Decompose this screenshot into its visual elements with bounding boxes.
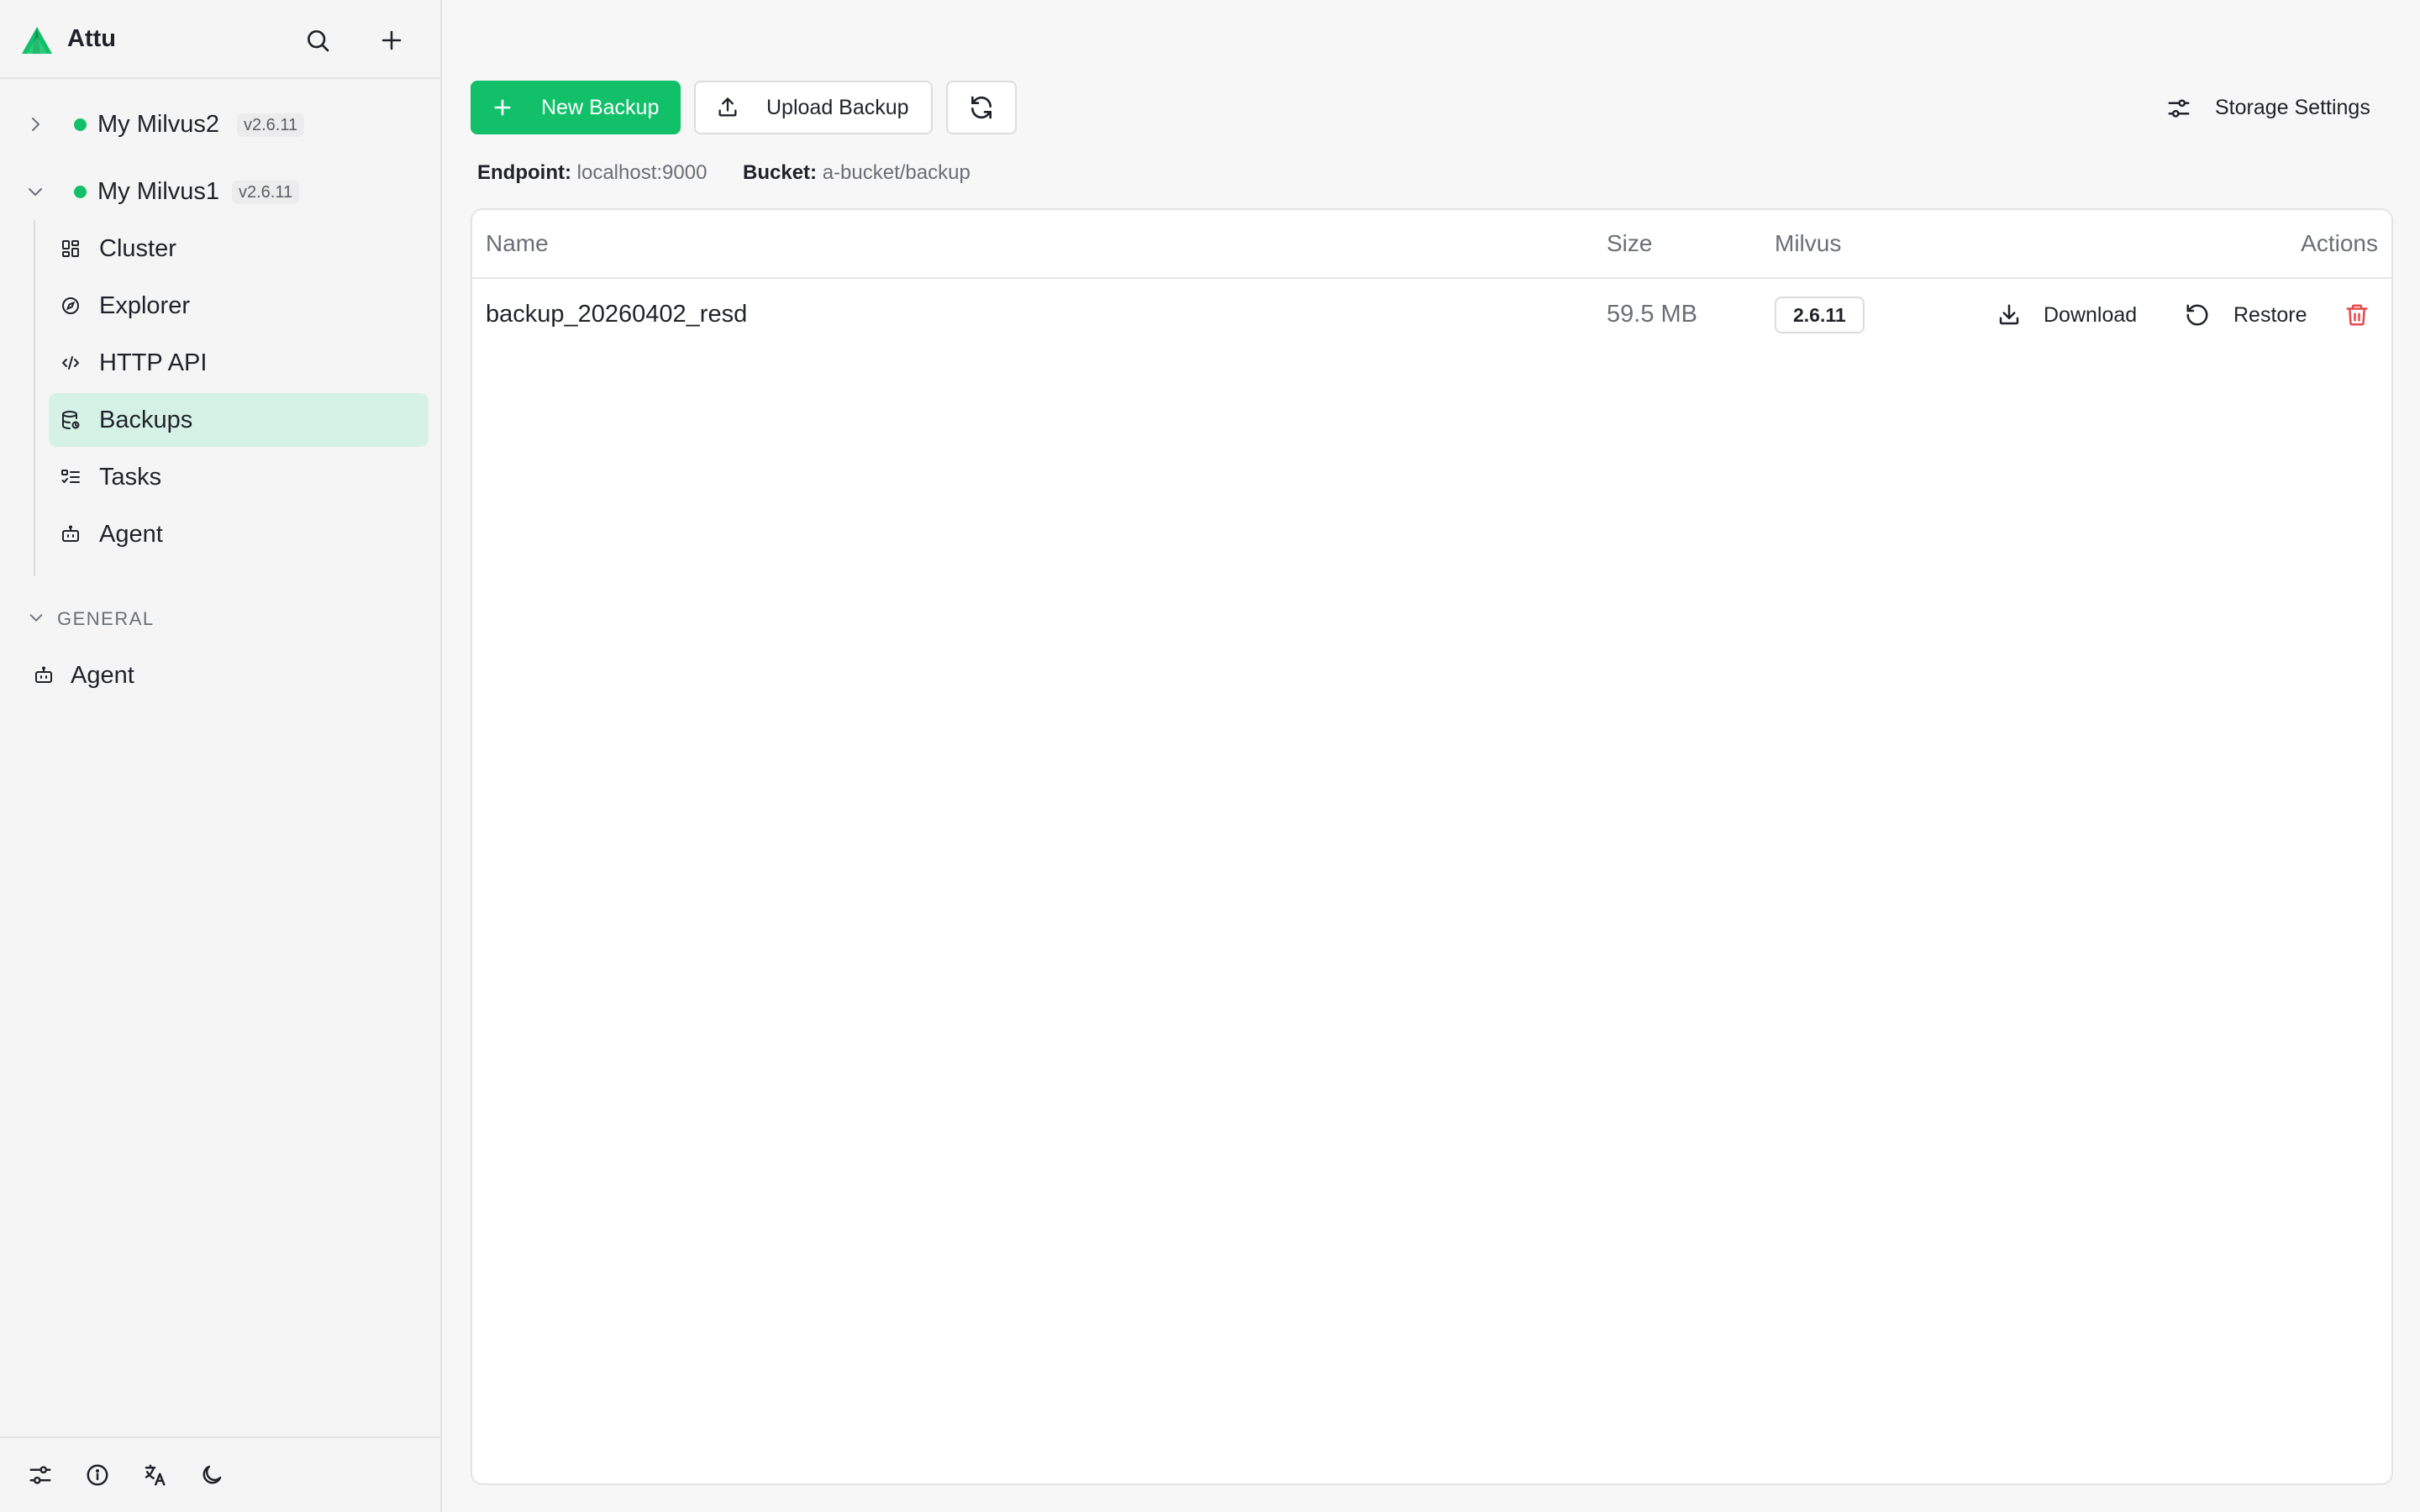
new-backup-button[interactable]: New Backup bbox=[471, 81, 681, 134]
settings-sliders-icon bbox=[29, 1466, 51, 1484]
nav-label: Backups bbox=[99, 407, 193, 433]
column-header-size[interactable]: Size bbox=[1607, 230, 1652, 257]
column-header-milvus[interactable]: Milvus bbox=[1775, 230, 1841, 257]
search-button[interactable] bbox=[299, 22, 336, 59]
nav-label: Agent bbox=[71, 662, 134, 689]
app-title: Attu bbox=[67, 25, 116, 52]
bucket-label: Bucket: bbox=[743, 161, 818, 184]
nav-label: Tasks bbox=[99, 464, 162, 491]
download-icon bbox=[1999, 304, 2019, 325]
milvus-version-badge: 2.6.11 bbox=[1775, 297, 1865, 333]
bucket-info: Bucket: a-bucket/backup bbox=[743, 161, 971, 185]
connection-name: My Milvus2 bbox=[97, 111, 220, 138]
table-row: backup_20260402_resd 59.5 MB 2.6.11 Down… bbox=[472, 279, 2391, 351]
theme-toggle-button[interactable] bbox=[193, 1457, 230, 1494]
restore-icon bbox=[2186, 304, 2208, 326]
endpoint-info: Endpoint: localhost:9000 bbox=[477, 161, 707, 185]
translate-icon bbox=[145, 1464, 166, 1486]
restore-label: Restore bbox=[2233, 303, 2307, 327]
status-dot bbox=[74, 186, 87, 198]
download-button[interactable]: Download bbox=[1996, 296, 2148, 334]
info-button[interactable] bbox=[79, 1457, 116, 1494]
sidebar-header: Attu bbox=[0, 0, 440, 79]
storage-settings-label: Storage Settings bbox=[2215, 96, 2370, 119]
sidebar-footer bbox=[0, 1436, 440, 1512]
upload-backup-label: Upload Backup bbox=[766, 96, 909, 119]
backup-size: 59.5 MB bbox=[1607, 301, 1697, 328]
grid-icon bbox=[62, 240, 79, 257]
delete-button[interactable] bbox=[2344, 296, 2373, 334]
chevron-down-icon bbox=[29, 614, 43, 622]
nav-label: HTTP API bbox=[99, 349, 208, 376]
list-checks-icon bbox=[61, 470, 80, 484]
section-label: GENERAL bbox=[57, 608, 155, 629]
bot-icon bbox=[35, 666, 52, 683]
version-badge: v2.6.11 bbox=[232, 181, 300, 204]
download-label: Download bbox=[2044, 303, 2138, 327]
moon-icon bbox=[203, 1465, 222, 1484]
plus-icon bbox=[494, 99, 511, 116]
connection-my-milvus2[interactable]: My Milvus2 v2.6.11 bbox=[0, 99, 440, 150]
search-icon bbox=[308, 30, 329, 52]
upload-backup-button[interactable]: Upload Backup bbox=[694, 81, 933, 134]
info-icon bbox=[87, 1464, 108, 1486]
database-backup-icon bbox=[62, 411, 80, 429]
connection-name: My Milvus1 bbox=[97, 178, 220, 205]
sidebar: Attu My Milvus2 v2.6.11 My Milvus1 v2.6.… bbox=[0, 0, 442, 1512]
bucket-value: a-bucket/backup bbox=[822, 161, 971, 184]
backup-name: backup_20260402_resd bbox=[486, 301, 748, 328]
storage-settings-button[interactable]: Storage Settings bbox=[2161, 84, 2405, 131]
column-header-actions: Actions bbox=[2301, 230, 2378, 256]
nav-item-http-api[interactable]: HTTP API bbox=[49, 336, 429, 390]
column-header-name[interactable]: Name bbox=[486, 230, 549, 257]
code-icon bbox=[62, 356, 79, 370]
settings-sliders-icon bbox=[2168, 99, 2190, 118]
table-header: Name Size Milvus Actions bbox=[472, 210, 2391, 279]
settings-button[interactable] bbox=[22, 1457, 59, 1494]
restore-button[interactable]: Restore bbox=[2185, 296, 2319, 334]
status-dot bbox=[74, 118, 87, 131]
new-backup-label: New Backup bbox=[541, 96, 660, 119]
nav-label: Cluster bbox=[99, 235, 176, 262]
plus-icon bbox=[381, 30, 402, 50]
upload-icon bbox=[718, 97, 737, 117]
connection-my-milvus1[interactable]: My Milvus1 v2.6.11 bbox=[0, 166, 440, 217]
endpoint-label: Endpoint: bbox=[477, 161, 571, 184]
bot-icon bbox=[62, 525, 79, 542]
nav-item-cluster[interactable]: Cluster bbox=[49, 222, 429, 276]
nav-item-agent[interactable]: Agent bbox=[49, 507, 429, 561]
general-item-agent[interactable]: Agent bbox=[25, 648, 429, 702]
version-badge: v2.6.11 bbox=[237, 113, 305, 137]
tree-connector-line bbox=[34, 220, 35, 576]
chevron-down-icon[interactable] bbox=[25, 181, 45, 202]
compass-icon bbox=[62, 297, 79, 314]
nav-label: Agent bbox=[99, 521, 163, 548]
backups-table: Name Size Milvus Actions backup_20260402… bbox=[471, 208, 2393, 1485]
refresh-button[interactable] bbox=[946, 81, 1017, 134]
attu-logo-icon bbox=[22, 27, 52, 54]
nav-item-tasks[interactable]: Tasks bbox=[49, 450, 429, 504]
trash-icon bbox=[2346, 304, 2368, 326]
endpoint-value: localhost:9000 bbox=[576, 161, 708, 184]
chevron-right-icon[interactable] bbox=[25, 114, 45, 134]
nav-item-backups[interactable]: Backups bbox=[49, 393, 429, 447]
language-button[interactable] bbox=[136, 1457, 173, 1494]
nav-item-explorer[interactable]: Explorer bbox=[49, 279, 429, 333]
add-connection-button[interactable] bbox=[373, 22, 410, 59]
nav-label: Explorer bbox=[99, 292, 190, 319]
refresh-icon bbox=[971, 96, 992, 119]
